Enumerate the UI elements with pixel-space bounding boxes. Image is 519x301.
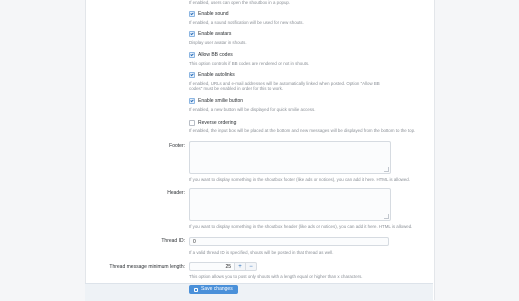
option-description: This option controls if BB codes are ren… bbox=[189, 61, 310, 66]
thread-id-description: If a valid thread ID is specified, shout… bbox=[189, 250, 334, 255]
option-allow-bb-codes[interactable]: Allow BB codes bbox=[189, 51, 233, 59]
option-enable-avatars[interactable]: Enable avatars bbox=[189, 30, 231, 38]
checkbox-enable-autolinks[interactable] bbox=[189, 72, 195, 78]
option-description: If enabled, a sound notification will be… bbox=[189, 20, 304, 25]
header-textarea[interactable] bbox=[189, 188, 391, 221]
save-icon bbox=[194, 287, 198, 292]
min-length-stepper[interactable]: 25 + − bbox=[189, 262, 257, 271]
thread-id-input[interactable]: 0 bbox=[189, 237, 389, 246]
option-enable-smilie-button[interactable]: Enable smilie button bbox=[189, 97, 243, 105]
option-description: If enabled, a new button will be display… bbox=[189, 107, 316, 112]
option-label: Enable avatars bbox=[198, 31, 232, 37]
decrement-button[interactable]: − bbox=[246, 262, 257, 271]
min-length-label: Thread message minimum length: bbox=[109, 264, 185, 270]
footer-textarea[interactable] bbox=[189, 141, 391, 174]
min-length-value[interactable]: 25 bbox=[189, 262, 235, 271]
option-label: Enable smilie button bbox=[198, 98, 244, 104]
save-button[interactable]: Save changes bbox=[189, 285, 238, 294]
min-length-description: This option allows you to post only shou… bbox=[189, 274, 363, 279]
thread-id-label: Thread ID: bbox=[161, 238, 185, 244]
checkbox-enable-avatars[interactable] bbox=[189, 31, 195, 37]
checkbox-enable-smilie-button[interactable] bbox=[189, 98, 195, 104]
checkbox-enable-sound[interactable] bbox=[189, 11, 195, 17]
settings-page: If enabled, users can open the shoutbox … bbox=[0, 0, 519, 301]
header-description: If you want to display something in the … bbox=[189, 224, 413, 229]
save-button-label: Save changes bbox=[201, 286, 233, 292]
option-description: Display user avatar in shouts. bbox=[189, 40, 247, 45]
increment-button[interactable]: + bbox=[235, 262, 246, 271]
footer-description: If you want to display something in the … bbox=[189, 177, 410, 182]
checkbox-allow-bb-codes[interactable] bbox=[189, 52, 195, 58]
popup-option-description: If enabled, users can open the shoutbox … bbox=[189, 0, 291, 5]
option-label: Allow BB codes bbox=[198, 52, 233, 58]
resize-grip-icon[interactable] bbox=[384, 167, 389, 172]
option-description: If enabled, the input box will be placed… bbox=[189, 128, 416, 133]
resize-grip-icon[interactable] bbox=[384, 214, 389, 219]
option-label: Reverse ordering bbox=[198, 120, 237, 126]
header-label: Header: bbox=[167, 190, 185, 196]
option-label: Enable sound bbox=[198, 11, 229, 17]
option-enable-autolinks[interactable]: Enable autolinks bbox=[189, 71, 235, 79]
option-description: If enabled, URLs and e-mail addresses wi… bbox=[189, 81, 380, 91]
footer-label: Footer: bbox=[169, 143, 185, 149]
checkbox-reverse-ordering[interactable] bbox=[189, 120, 195, 126]
form-submit-row bbox=[85, 283, 433, 301]
option-reverse-ordering[interactable]: Reverse ordering bbox=[189, 119, 236, 127]
option-enable-sound[interactable]: Enable sound bbox=[189, 10, 229, 18]
option-label: Enable autolinks bbox=[198, 72, 235, 78]
